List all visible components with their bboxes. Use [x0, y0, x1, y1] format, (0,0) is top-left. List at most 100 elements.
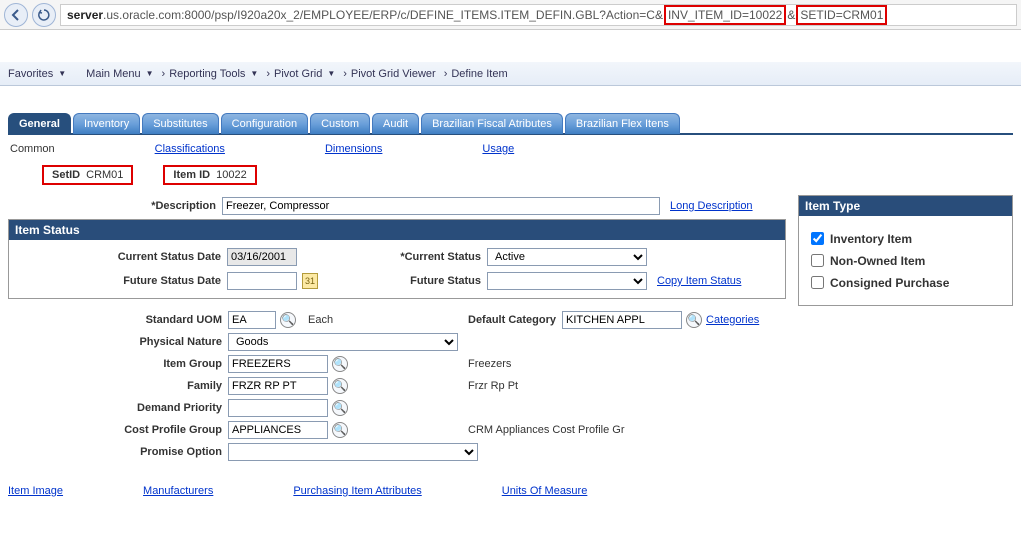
back-button[interactable]: [4, 3, 28, 27]
chevron-down-icon[interactable]: ▼: [327, 69, 335, 78]
cpg-desc: CRM Appliances Cost Profile Gr: [468, 424, 768, 436]
item-type-title: Item Type: [799, 196, 1012, 216]
consigned-checkbox[interactable]: [811, 276, 824, 289]
sublink-classifications[interactable]: Classifications: [155, 143, 225, 155]
non-owned-label: Non-Owned Item: [830, 254, 925, 268]
cat-input[interactable]: [562, 311, 682, 329]
setid-box: SetID CRM01: [42, 165, 133, 185]
dp-input[interactable]: [228, 399, 328, 417]
item-type-group: Item Type Inventory Item Non-Owned Item …: [798, 195, 1013, 306]
lookup-icon[interactable]: 🔍: [332, 356, 348, 372]
url-highlight-setid: SETID=CRM01: [796, 5, 887, 25]
inv-item-label: Inventory Item: [830, 232, 912, 246]
browser-address-bar: server .us.oracle.com:8000/psp/I920a20x_…: [0, 0, 1021, 30]
grp-desc: Freezers: [468, 358, 768, 370]
grp-label: Item Group: [8, 358, 228, 370]
sublink-row: Common Classifications Dimensions Usage: [8, 135, 1013, 163]
tab-substitutes[interactable]: Substitutes: [142, 113, 218, 134]
chevron-down-icon[interactable]: ▼: [146, 69, 154, 78]
url-field[interactable]: server .us.oracle.com:8000/psp/I920a20x_…: [60, 4, 1017, 26]
uom-input[interactable]: [228, 311, 276, 329]
phys-select[interactable]: Goods: [228, 333, 458, 351]
long-description-link[interactable]: Long Description: [670, 200, 753, 212]
crumb-pivot-grid[interactable]: Pivot Grid: [274, 68, 322, 80]
categories-link[interactable]: Categories: [706, 314, 759, 326]
fsd-label: Future Status Date: [17, 275, 227, 287]
crumb-favorites[interactable]: Favorites: [8, 68, 53, 80]
tab-general[interactable]: General: [8, 113, 71, 134]
description-label: Description: [8, 200, 222, 212]
cpg-label: Cost Profile Group: [8, 424, 228, 436]
crumb-reporting-tools[interactable]: Reporting Tools: [169, 68, 245, 80]
crumb-sep: ›: [343, 68, 347, 80]
inv-item-row[interactable]: Inventory Item: [807, 229, 1004, 248]
breadcrumb: Favorites ▼ Main Menu ▼ › Reporting Tools ▼…: [0, 62, 1021, 86]
cs-select[interactable]: Active: [487, 248, 647, 266]
grp-input[interactable]: [228, 355, 328, 373]
tab-brazilian-fiscal[interactable]: Brazilian Fiscal Atributes: [421, 113, 563, 134]
lookup-icon[interactable]: 🔍: [332, 378, 348, 394]
dp-label: Demand Priority: [8, 402, 228, 414]
cat-label: Default Category: [468, 314, 556, 326]
calendar-icon[interactable]: 31: [302, 273, 318, 289]
item-detail-form: Standard UOM 🔍 Each Default Category 🔍 C…: [8, 311, 786, 461]
fam-desc: Frzr Rp Pt: [468, 380, 768, 392]
csd-label: Current Status Date: [17, 251, 227, 263]
crumb-pivot-grid-viewer[interactable]: Pivot Grid Viewer: [351, 68, 436, 80]
non-owned-row[interactable]: Non-Owned Item: [807, 251, 1004, 270]
description-row: Description Long Description: [8, 197, 786, 215]
fsd-input[interactable]: [227, 272, 297, 290]
crumb-define-item: Define Item: [451, 68, 507, 80]
itemid-label: Item ID: [173, 169, 210, 181]
cpg-input[interactable]: [228, 421, 328, 439]
consigned-row[interactable]: Consigned Purchase: [807, 273, 1004, 292]
itemid-value: 10022: [216, 169, 247, 181]
crumb-sep: ›: [162, 68, 166, 80]
cs-label: Current Status: [377, 251, 487, 263]
bottom-links: Item Image Manufacturers Purchasing Item…: [8, 485, 1013, 497]
item-status-title: Item Status: [9, 220, 785, 240]
sublink-common: Common: [10, 143, 55, 155]
manufacturers-link[interactable]: Manufacturers: [143, 485, 213, 497]
sublink-dimensions[interactable]: Dimensions: [325, 143, 382, 155]
crumb-sep: ›: [266, 68, 270, 80]
refresh-button[interactable]: [32, 3, 56, 27]
units-of-measure-link[interactable]: Units Of Measure: [502, 485, 588, 497]
setid-value: CRM01: [86, 169, 123, 181]
fs-label: Future Status: [377, 275, 487, 287]
copy-item-status-link[interactable]: Copy Item Status: [657, 275, 777, 287]
description-input[interactable]: [222, 197, 660, 215]
tab-brazilian-flex[interactable]: Brazilian Flex Itens: [565, 113, 680, 134]
inv-item-checkbox[interactable]: [811, 232, 824, 245]
po-select[interactable]: [228, 443, 478, 461]
consigned-label: Consigned Purchase: [830, 276, 949, 290]
fam-label: Family: [8, 380, 228, 392]
non-owned-checkbox[interactable]: [811, 254, 824, 267]
tab-strip: General Inventory Substitutes Configurat…: [8, 112, 1013, 135]
crumb-sep: ›: [444, 68, 448, 80]
crumb-main-menu[interactable]: Main Menu: [86, 68, 140, 80]
csd-input: [227, 248, 297, 266]
lookup-icon[interactable]: 🔍: [332, 422, 348, 438]
chevron-down-icon[interactable]: ▼: [250, 69, 258, 78]
sublink-usage[interactable]: Usage: [482, 143, 514, 155]
tab-inventory[interactable]: Inventory: [73, 113, 140, 134]
itemid-box: Item ID 10022: [163, 165, 256, 185]
tab-custom[interactable]: Custom: [310, 113, 370, 134]
item-image-link[interactable]: Item Image: [8, 485, 63, 497]
lookup-icon[interactable]: 🔍: [332, 400, 348, 416]
id-row: SetID CRM01 Item ID 10022: [8, 163, 1013, 195]
chevron-down-icon[interactable]: ▼: [58, 69, 66, 78]
fam-input[interactable]: [228, 377, 328, 395]
lookup-icon[interactable]: 🔍: [686, 312, 702, 328]
lookup-icon[interactable]: 🔍: [280, 312, 296, 328]
purchasing-attrs-link[interactable]: Purchasing Item Attributes: [293, 485, 421, 497]
po-label: Promise Option: [8, 446, 228, 458]
url-highlight-item: INV_ITEM_ID=10022: [664, 5, 786, 25]
fs-select[interactable]: [487, 272, 647, 290]
setid-label: SetID: [52, 169, 80, 181]
item-status-group: Item Status Current Status Date Current …: [8, 219, 786, 299]
tab-configuration[interactable]: Configuration: [221, 113, 308, 134]
tab-audit[interactable]: Audit: [372, 113, 419, 134]
url-amp: &: [787, 8, 795, 22]
